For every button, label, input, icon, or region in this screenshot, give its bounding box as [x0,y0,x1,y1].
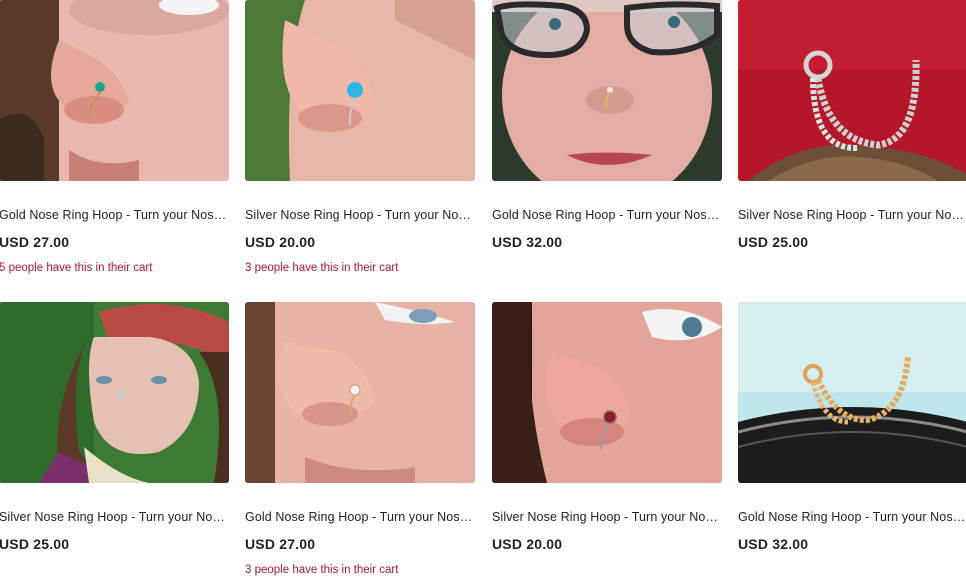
nose-ring-photo [0,0,229,181]
listing-price: USD 27.00 [0,234,70,250]
cart-count-note: 3 people have this in their cart [245,564,399,576]
listing-price: USD 20.00 [245,234,316,250]
listing-image[interactable] [245,0,475,181]
listing-image[interactable] [0,0,229,181]
listing-card[interactable]: Gold Nose Ring Hoop - Turn your Nose ...… [0,0,229,275]
listing-card[interactable]: Gold Nose Ring Hoop - Turn your Nose ...… [245,302,475,577]
listing-title[interactable]: Silver Nose Ring Hoop - Turn your Nose..… [245,207,473,223]
listing-image[interactable] [492,0,722,181]
listing-title[interactable]: Gold Nose Ring Hoop - Turn your Nose ... [492,207,720,223]
listing-card[interactable]: Silver Nose Ring Hoop - Turn your Nose..… [0,302,229,563]
nose-ring-photo [245,0,475,181]
listing-price: USD 32.00 [738,536,809,552]
nose-cuff-product-photo [738,0,966,181]
listing-card[interactable]: Silver Nose Ring Hoop - Turn your Nose..… [245,0,475,275]
listing-grid: Gold Nose Ring Hoop - Turn your Nose ...… [0,0,966,582]
nose-ring-photo [492,0,722,181]
listing-price: USD 32.00 [492,234,563,250]
listing-price: USD 27.00 [245,536,316,552]
cart-count-note: 5 people have this in their cart [0,262,153,274]
nose-ring-photo [492,302,722,483]
listing-card[interactable]: Silver Nose Ring Hoop - Turn your Nose..… [738,0,966,261]
listing-price: USD 20.00 [492,536,563,552]
listing-title[interactable]: Silver Nose Ring Hoop - Turn your Nose..… [0,509,227,525]
listing-price: USD 25.00 [0,536,70,552]
cart-count-note: 3 people have this in their cart [245,262,399,274]
nose-cuff-product-photo [738,302,966,483]
listing-image[interactable] [245,302,475,483]
nose-ring-photo [0,302,229,483]
listing-title[interactable]: Gold Nose Ring Hoop - Turn your Nose ... [0,207,227,223]
listing-card[interactable]: Silver Nose Ring Hoop - Turn your Nose..… [492,302,722,563]
listing-title[interactable]: Silver Nose Ring Hoop - Turn your Nose..… [738,207,966,223]
listing-image[interactable] [738,302,966,483]
listing-title[interactable]: Silver Nose Ring Hoop - Turn your Nose..… [492,509,720,525]
listing-image[interactable] [0,302,229,483]
listing-image[interactable] [738,0,966,181]
listing-price: USD 25.00 [738,234,809,250]
nose-ring-photo [245,302,475,483]
listing-title[interactable]: Gold Nose Ring Hoop - Turn your Nose ... [245,509,473,525]
listing-title[interactable]: Gold Nose Ring Hoop - Turn your Nose ... [738,509,966,525]
listing-card[interactable]: Gold Nose Ring Hoop - Turn your Nose ...… [492,0,722,261]
listing-image[interactable] [492,302,722,483]
listing-card[interactable]: Gold Nose Ring Hoop - Turn your Nose ...… [738,302,966,563]
